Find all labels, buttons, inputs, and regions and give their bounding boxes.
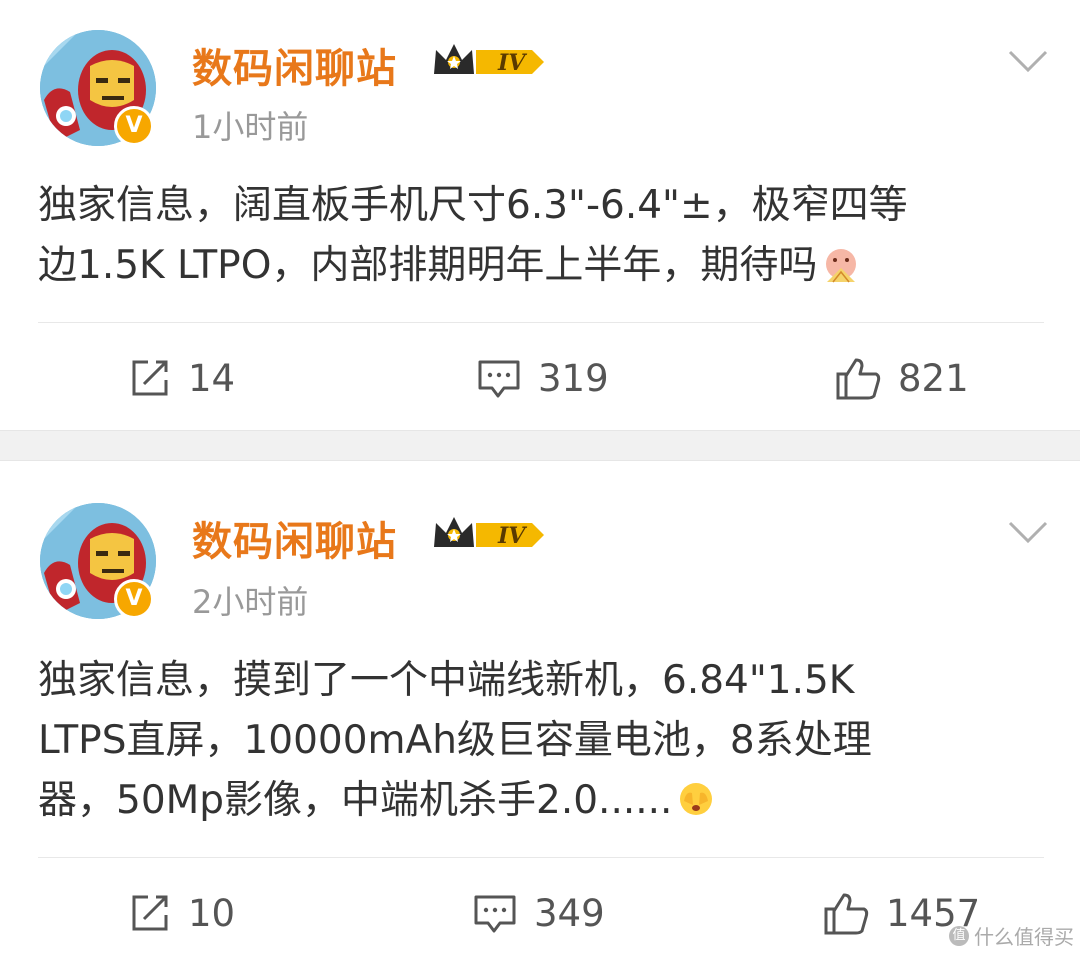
- post-card: V 数码闲聊站 IV 2小时前 独家信息，摸到了一个中端线新机，6.84"1.5…: [0, 461, 1080, 958]
- watermark-logo-icon: 值: [949, 925, 969, 946]
- like-count: 821: [898, 356, 969, 400]
- username[interactable]: 数码闲聊站: [192, 36, 397, 94]
- thumbs-up-icon: [824, 893, 869, 935]
- repost-count: 10: [188, 891, 236, 935]
- repost-button[interactable]: 14: [128, 356, 235, 400]
- content-line-text: 边1.5K LTPO，内部排期明年上半年，期待吗: [38, 243, 818, 288]
- post-separator: [0, 430, 1080, 461]
- post-card: V 数码闲聊站 IV 1小时前 独家信息，阔直板手机尺寸6.3"-6.4"±，极…: [0, 0, 1080, 430]
- comment-count: 319: [538, 356, 609, 400]
- content-line: 器，50Mp影像，中端机杀手2.0......: [38, 771, 1048, 831]
- content-line: LTPS直屏，10000mAh级巨容量电池，8系处理: [38, 718, 872, 763]
- fan-emoji-icon: [826, 249, 857, 283]
- watermark: 值 什么值得买: [949, 921, 1074, 950]
- comment-icon: [474, 895, 516, 933]
- comment-button[interactable]: 349: [472, 891, 605, 935]
- post-content: 独家信息，阔直板手机尺寸6.3"-6.4"±，极窄四等 边1.5K LTPO，内…: [38, 176, 1048, 296]
- username[interactable]: 数码闲聊站: [192, 509, 397, 567]
- post-content: 独家信息，摸到了一个中端线新机，6.84"1.5K LTPS直屏，10000mA…: [38, 651, 1048, 831]
- comment-count: 349: [534, 891, 605, 935]
- cover-face-emoji-icon: [680, 783, 713, 815]
- verified-v-badge-icon: V: [114, 579, 154, 619]
- crown-level-icon: IV: [432, 513, 546, 557]
- divider: [38, 857, 1044, 858]
- like-button[interactable]: 821: [834, 354, 969, 402]
- thumbs-up-icon: [836, 358, 881, 400]
- post-timestamp: 2小时前: [192, 583, 309, 621]
- chevron-down-icon[interactable]: [1006, 517, 1050, 547]
- chevron-down-icon[interactable]: [1006, 46, 1050, 76]
- divider: [38, 322, 1044, 323]
- repost-button[interactable]: 10: [128, 891, 235, 935]
- watermark-text: 什么值得买: [974, 925, 1074, 949]
- repost-count: 14: [188, 356, 236, 400]
- repost-icon: [132, 360, 168, 396]
- comment-button[interactable]: 319: [476, 356, 609, 400]
- level-label: IV: [497, 523, 527, 549]
- content-line: 边1.5K LTPO，内部排期明年上半年，期待吗: [38, 236, 1048, 296]
- repost-icon: [132, 895, 168, 931]
- content-line: 独家信息，阔直板手机尺寸6.3"-6.4"±，极窄四等: [38, 183, 908, 228]
- post-timestamp: 1小时前: [192, 108, 309, 146]
- content-line-text: 器，50Mp影像，中端机杀手2.0......: [38, 778, 673, 823]
- avatar[interactable]: V: [40, 30, 156, 146]
- avatar[interactable]: V: [40, 503, 156, 619]
- level-label: IV: [497, 50, 527, 76]
- verified-v-badge-icon: V: [114, 106, 154, 146]
- content-line: 独家信息，摸到了一个中端线新机，6.84"1.5K: [38, 658, 855, 703]
- comment-icon: [478, 360, 520, 398]
- crown-level-icon: IV: [432, 40, 546, 84]
